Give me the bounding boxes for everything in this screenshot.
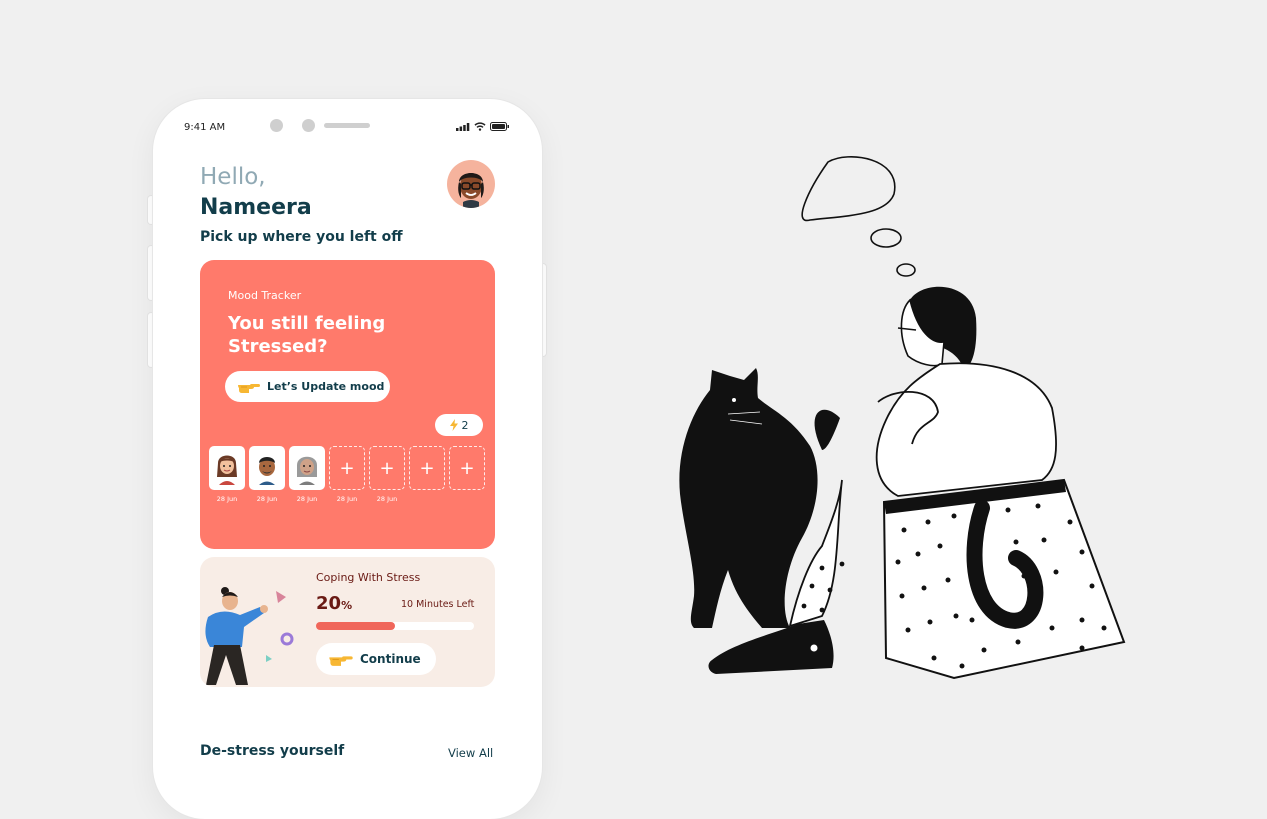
update-mood-button[interactable]: Let’s Update mood <box>225 371 390 402</box>
person-torso <box>875 362 1057 497</box>
coping-title: Coping With Stress <box>316 571 421 584</box>
avatar-woman-glasses-icon <box>458 173 484 208</box>
coping-percent-value: 20 <box>316 593 342 614</box>
status-icons <box>456 122 510 131</box>
coping-percent-sign: % <box>341 599 353 612</box>
pointing-hand-icon <box>238 383 260 393</box>
mood-day-empty[interactable]: + <box>449 446 485 503</box>
battery-icon <box>490 122 509 131</box>
mood-tracker-card[interactable]: Mood Tracker You still feeling Stressed?… <box>200 260 495 549</box>
thought-bubble-large <box>801 156 896 222</box>
continue-button[interactable]: Continue <box>316 643 436 675</box>
continue-label: Continue <box>360 652 421 666</box>
avatar-man-icon <box>259 457 275 485</box>
mood-day-list: 28 Jun 28 Jun 28 Jun + 28 Jun + 28 Jun +… <box>209 446 485 503</box>
update-mood-label: Let’s Update mood <box>267 380 385 393</box>
profile-avatar[interactable] <box>447 160 495 208</box>
mood-day-date: 28 Jun <box>376 495 398 503</box>
greeting-hello: Hello, <box>200 164 266 190</box>
mood-day-empty[interactable]: + 28 Jun <box>329 446 365 503</box>
streak-count: 2 <box>461 418 469 432</box>
destress-section-title: De-stress yourself <box>200 743 345 759</box>
wifi-icon <box>474 122 486 131</box>
black-cat <box>679 368 818 628</box>
status-time: 9:41 AM <box>184 122 226 133</box>
mood-day-date: 28 Jun <box>296 495 318 503</box>
sensor-dot <box>302 119 315 132</box>
speaker-grill <box>324 123 370 128</box>
mood-day-date: 28 Jun <box>216 495 238 503</box>
plus-icon: + <box>339 457 355 479</box>
person-pointing-illustration <box>205 587 294 685</box>
mood-tracker-label: Mood Tracker <box>228 289 302 302</box>
mood-day-date: 28 Jun <box>336 495 358 503</box>
lightning-icon <box>449 419 458 431</box>
coping-with-stress-card[interactable]: Coping With Stress 20% 10 Minutes Left C… <box>200 557 495 687</box>
mood-day[interactable]: 28 Jun <box>249 446 285 503</box>
coping-progress-fill <box>316 622 395 630</box>
person-with-cat-illustration <box>679 156 1126 680</box>
plus-icon: + <box>379 457 395 479</box>
plus-icon: + <box>419 457 435 479</box>
mood-question: You still feeling Stressed? <box>228 313 386 357</box>
section-subtitle: Pick up where you left off <box>200 229 403 245</box>
phone-frame: 9:41 AM Hello, Nameera Pick up where you… <box>153 99 542 819</box>
coping-percent: 20% <box>316 593 352 614</box>
pointing-hand-icon <box>329 655 353 666</box>
thought-bubble-medium <box>870 228 902 248</box>
mood-day[interactable]: 28 Jun <box>209 446 245 503</box>
coping-time-left: 10 Minutes Left <box>401 599 475 610</box>
avatar-grey-icon <box>297 456 317 485</box>
user-name: Nameera <box>200 195 312 220</box>
streak-badge: 2 <box>435 414 483 436</box>
coping-progress-bar <box>316 622 474 630</box>
avatar-girl-icon <box>217 455 237 485</box>
plus-icon: + <box>459 457 475 479</box>
signal-icon <box>456 122 470 131</box>
mood-day-empty[interactable]: + <box>409 446 445 503</box>
view-all-link[interactable]: View All <box>448 746 493 760</box>
front-camera <box>270 119 283 132</box>
thought-bubble-small <box>896 263 916 277</box>
mood-day-empty[interactable]: + 28 Jun <box>369 446 405 503</box>
mood-day-date: 28 Jun <box>256 495 278 503</box>
mood-day[interactable]: 28 Jun <box>289 446 325 503</box>
